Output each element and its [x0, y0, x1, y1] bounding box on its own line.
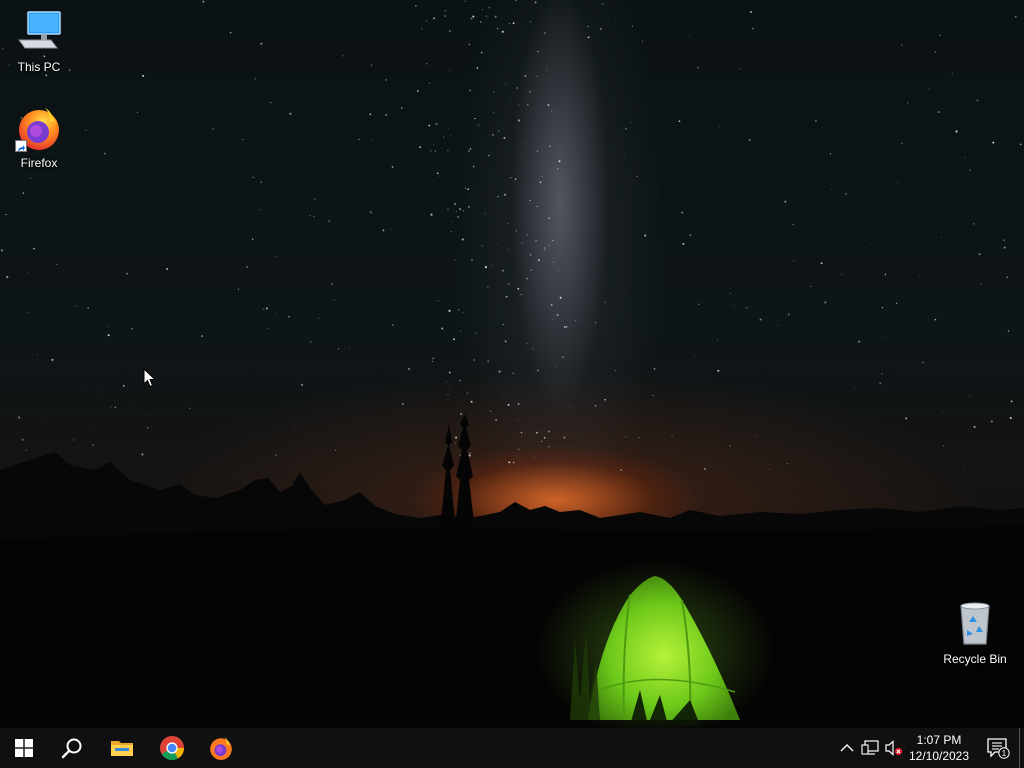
notification-badge: 1	[1002, 749, 1007, 758]
action-center-icon: 1	[987, 738, 1010, 759]
desktop-background[interactable]: This PC Firefox Recycle Bin	[0, 0, 1024, 728]
volume-tray-button[interactable]	[885, 739, 903, 757]
show-desktop-button[interactable]	[1019, 728, 1024, 768]
chrome-icon	[160, 736, 184, 761]
tree-silhouette	[455, 414, 475, 530]
desktop-icon-label: This PC	[17, 60, 61, 74]
desktop-icon-firefox[interactable]: Firefox	[1, 104, 77, 170]
firefox-taskbar-button[interactable]	[197, 728, 245, 768]
chevron-up-icon	[840, 744, 854, 752]
clock-time: 1:07 PM	[916, 733, 962, 747]
taskbar: 1:07 PM 12/10/2023 1	[0, 728, 1024, 768]
wallpaper-image	[0, 0, 1024, 728]
desktop-icon-label: Firefox	[20, 156, 58, 170]
computer-icon	[15, 8, 63, 56]
taskbar-clock[interactable]: 1:07 PM 12/10/2023	[905, 731, 973, 765]
search-button[interactable]	[48, 728, 96, 768]
network-icon	[861, 740, 879, 755]
volume-muted-icon	[885, 740, 903, 756]
shortcut-arrow-icon	[15, 140, 27, 152]
show-hidden-icons-button[interactable]	[838, 739, 856, 757]
start-button[interactable]	[0, 728, 48, 768]
chrome-button[interactable]	[148, 728, 196, 768]
file-explorer-button[interactable]	[98, 728, 146, 768]
desktop-icon-this-pc[interactable]: This PC	[1, 8, 77, 74]
tree-silhouette	[440, 424, 456, 530]
recycle-bin-icon	[951, 600, 999, 648]
folder-icon	[111, 741, 133, 756]
search-icon	[61, 738, 82, 759]
network-tray-button[interactable]	[861, 739, 879, 757]
mouse-cursor-icon	[143, 367, 157, 393]
action-center-button[interactable]: 1	[980, 728, 1016, 768]
windows-logo-icon	[15, 739, 33, 757]
clock-date: 12/10/2023	[908, 749, 970, 763]
firefox-icon	[15, 104, 63, 152]
desktop-icon-label: Recycle Bin	[943, 652, 1007, 666]
firefox-icon	[210, 737, 232, 760]
desktop-icon-recycle-bin[interactable]: Recycle Bin	[937, 600, 1013, 666]
stars	[0, 0, 1022, 472]
